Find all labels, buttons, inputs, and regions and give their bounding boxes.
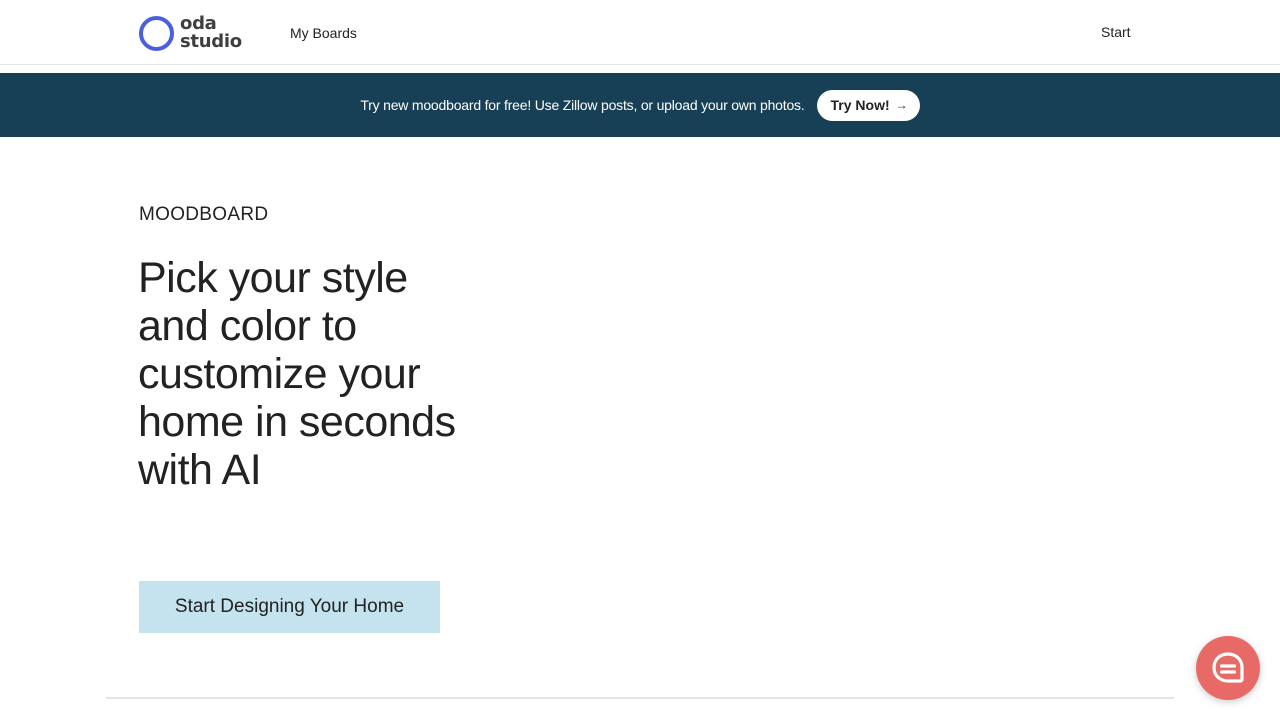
logo-wordmark: oda studio (180, 15, 242, 51)
try-now-button[interactable]: Try Now! → (816, 89, 920, 121)
hero-headline: Pick your style and color to customize y… (138, 254, 456, 494)
logo-line-2: studio (180, 31, 242, 52)
top-navigation: oda studio My Boards Start (0, 0, 1280, 65)
logo-ring-icon (139, 15, 174, 51)
chat-launcher-button[interactable] (1196, 636, 1260, 700)
oda-studio-logo[interactable]: oda studio (139, 13, 242, 53)
promo-banner: Try new moodboard for free! Use Zillow p… (0, 73, 1280, 137)
start-designing-button[interactable]: Start Designing Your Home (139, 581, 440, 633)
chat-bubble-icon (1212, 652, 1244, 683)
arrow-right-icon: → (895, 98, 908, 112)
section-divider (106, 697, 1174, 699)
try-now-label: Try Now! (830, 97, 890, 113)
promo-banner-text: Try new moodboard for free! Use Zillow p… (360, 97, 805, 113)
nav-start-link[interactable]: Start (1101, 24, 1131, 40)
section-eyebrow: MOODBOARD (139, 204, 269, 225)
nav-my-boards-link[interactable]: My Boards (290, 25, 357, 41)
